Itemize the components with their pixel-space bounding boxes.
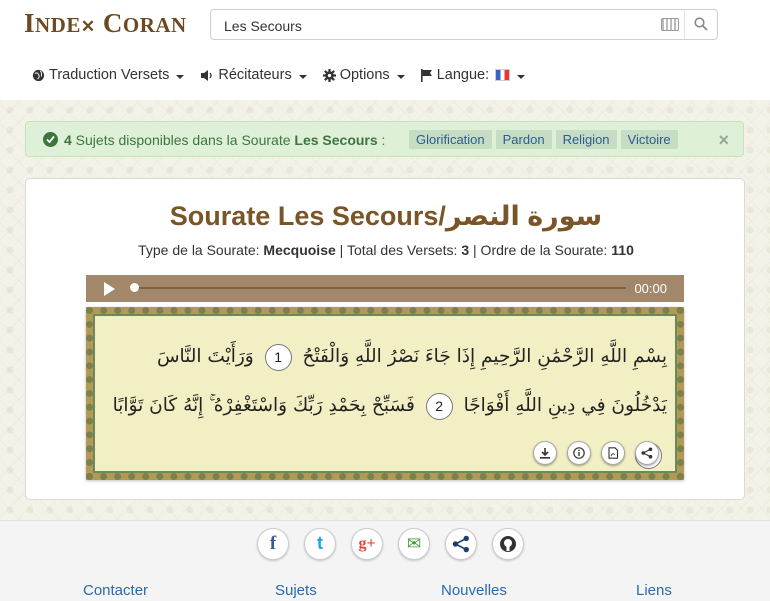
nav-options[interactable]: Options: [322, 64, 405, 86]
main-nav: Traduction Versets Récitateurs Options L…: [32, 64, 526, 86]
tag-pardon[interactable]: Pardon: [495, 130, 552, 149]
speaker-icon: [201, 69, 213, 81]
nav-language-label: Langue:: [436, 67, 490, 83]
info-button[interactable]: [567, 441, 591, 465]
share-icon: [641, 447, 653, 459]
share-button[interactable]: [635, 441, 659, 465]
verse-3-text[interactable]: فَسَبِّحْ بِحَمْدِ رَبِّكَ وَاسْتَغْفِرْ…: [113, 395, 415, 416]
nav-translation[interactable]: Traduction Versets: [32, 64, 185, 86]
footer-link-topics[interactable]: Sujets: [275, 582, 317, 599]
nav-reciters[interactable]: Récitateurs: [200, 64, 307, 86]
nav-language[interactable]: Langue:: [420, 64, 526, 86]
play-icon[interactable]: [104, 282, 115, 296]
facebook-icon[interactable]: f: [257, 528, 289, 560]
gear-icon: [322, 68, 336, 82]
verse-number[interactable]: 1: [264, 343, 292, 371]
alert-text: 4 Sujets disponibles dans la Sourate Les…: [64, 132, 386, 148]
flag-icon: [420, 68, 432, 82]
chevron-down-icon: [298, 74, 307, 79]
footer-link-links[interactable]: Liens: [636, 582, 672, 599]
verse-toolbar: [533, 441, 659, 465]
download-icon: [540, 448, 550, 459]
check-circle-icon: [43, 132, 58, 147]
nav-reciters-label: Récitateurs: [218, 67, 292, 83]
french-flag-icon: [495, 69, 511, 81]
search-box: [210, 9, 718, 40]
keyboard-icon[interactable]: [661, 18, 679, 31]
time-display: 00:00: [634, 281, 667, 296]
verses-frame: بِسْمِ اللَّهِ الرَّحْمَٰنِ الرَّحِيمِ إ…: [86, 307, 684, 480]
pdf-button[interactable]: [601, 441, 625, 465]
search-button[interactable]: [684, 10, 717, 39]
info-icon: [573, 447, 585, 459]
globe-icon: [32, 69, 45, 81]
tag-religion[interactable]: Religion: [555, 130, 617, 149]
close-icon[interactable]: ×: [718, 130, 729, 151]
share-icon[interactable]: [445, 528, 477, 560]
pdf-icon: [608, 447, 619, 459]
sura-panel: Sourate Les Secours/سورة النصر Type de l…: [25, 178, 745, 500]
chevron-down-icon: [396, 74, 405, 79]
basmala: بِسْمِ اللَّهِ الرَّحْمَٰنِ الرَّحِيمِ: [481, 346, 667, 367]
site-footer: f t g+ ✉ Contacter Sujets Nouvelles Lien…: [0, 520, 770, 601]
search-input[interactable]: [222, 17, 646, 35]
verse-number[interactable]: 2: [425, 392, 453, 420]
social-links: f t g+ ✉: [257, 528, 524, 560]
topic-tags: Glorification Pardon Religion Victoire: [409, 130, 678, 149]
progress-track[interactable]: [132, 287, 626, 289]
page-title: Sourate Les Secours/سورة النصر: [169, 201, 603, 231]
footer-link-news[interactable]: Nouvelles: [441, 582, 507, 599]
site-logo[interactable]: INDE✕ CORAN: [24, 8, 187, 39]
github-icon[interactable]: [492, 528, 524, 560]
topics-alert: 4 Sujets disponibles dans la Sourate Les…: [25, 121, 744, 157]
magnifier-icon: [694, 17, 708, 31]
nav-translation-label: Traduction Versets: [49, 67, 170, 83]
google-plus-icon[interactable]: g+: [351, 528, 383, 560]
verse-1-text[interactable]: إِذَا جَاءَ نَصْرُ اللَّهِ وَالْفَتْحُ: [303, 346, 476, 367]
download-button[interactable]: [533, 441, 557, 465]
tag-victoire[interactable]: Victoire: [620, 130, 678, 149]
sura-meta: Type de la Sourate: Mecquoise | Total de…: [138, 242, 634, 258]
email-icon[interactable]: ✉: [398, 528, 430, 560]
tag-glorification[interactable]: Glorification: [409, 130, 492, 149]
chevron-down-icon: [176, 74, 185, 79]
site-header: INDE✕ CORAN Traduction Versets Récitateu…: [0, 0, 770, 100]
twitter-icon[interactable]: t: [304, 528, 336, 560]
chevron-down-icon: [517, 74, 526, 79]
footer-link-contact[interactable]: Contacter: [83, 582, 148, 599]
progress-handle[interactable]: [130, 283, 139, 292]
nav-options-label: Options: [339, 67, 390, 83]
audio-player: 00:00: [86, 275, 684, 302]
